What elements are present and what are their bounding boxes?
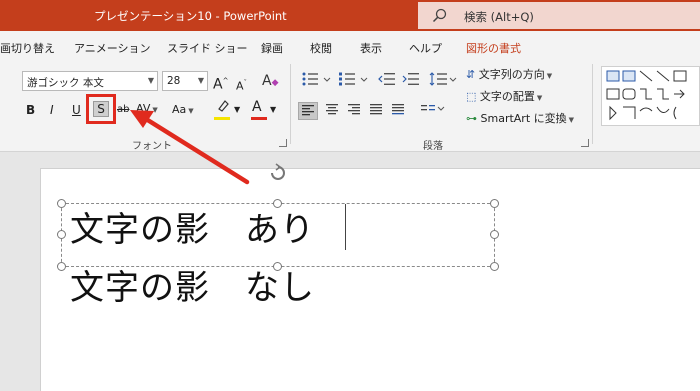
- search-label: 検索 (Alt+Q): [464, 10, 534, 24]
- shrink-font-button[interactable]: Aˇ: [236, 74, 247, 96]
- columns-icon: [421, 105, 445, 111]
- chevron-down-icon: ▼: [546, 72, 553, 80]
- slide-text-shadow-off[interactable]: 文字の影 なし: [70, 260, 315, 309]
- resize-handle[interactable]: [490, 230, 499, 239]
- line-spacing-button[interactable]: [428, 72, 458, 91]
- distribute-button[interactable]: [388, 102, 408, 120]
- align-right-icon: [348, 104, 360, 115]
- shapes-gallery-icons: [606, 70, 687, 121]
- paragraph-group-label: 段落: [423, 141, 443, 152]
- indent-icon: [402, 73, 419, 85]
- shapes-gallery[interactable]: [601, 66, 700, 126]
- tab-shape-format[interactable]: 図形の書式: [466, 40, 521, 56]
- align-center-icon: [326, 104, 338, 115]
- align-right-button[interactable]: [344, 102, 364, 120]
- decrease-indent-button[interactable]: [376, 72, 398, 91]
- outdent-icon: [378, 73, 395, 85]
- smartart-button[interactable]: ⊶ SmartArt に変換 ▼: [466, 110, 574, 129]
- grow-font-button[interactable]: A^: [213, 72, 228, 94]
- underline-button[interactable]: U: [72, 101, 81, 119]
- resize-handle[interactable]: [57, 262, 66, 271]
- group-separator: [290, 64, 291, 144]
- text-shadow-label: S: [97, 102, 105, 116]
- text-direction-button[interactable]: ⇵ 文字列の方向 ▼: [466, 66, 552, 85]
- bullet-list-icon: [302, 72, 331, 86]
- distribute-icon: [392, 104, 404, 115]
- text-direction-icon: ⇵: [466, 68, 476, 81]
- justify-icon: [370, 104, 382, 115]
- italic-button[interactable]: I: [50, 101, 54, 119]
- eraser-icon: ◆: [271, 78, 279, 88]
- increase-indent-button[interactable]: [400, 72, 422, 91]
- line-spacing-icon: [429, 72, 457, 86]
- font-name-select[interactable]: 游ゴシック 本文 ▼: [22, 71, 158, 91]
- resize-handle[interactable]: [490, 262, 499, 271]
- tab-animations[interactable]: アニメーション: [74, 40, 151, 56]
- search-icon: [432, 8, 447, 23]
- resize-handle[interactable]: [57, 230, 66, 239]
- font-size-select[interactable]: 28 ▼: [162, 71, 208, 91]
- align-left-icon: [302, 105, 314, 116]
- chevron-down-icon: ▼: [197, 76, 204, 85]
- align-left-button[interactable]: [298, 102, 318, 120]
- clear-format-label: A: [262, 73, 272, 89]
- tab-record[interactable]: 録画: [261, 40, 283, 56]
- text-shadow-icon: S: [93, 101, 109, 117]
- chevron-down-icon: ▼: [568, 116, 575, 124]
- font-color-dropdown[interactable]: ▼: [270, 101, 276, 119]
- ribbon-tabs: 画切り替え アニメーション スライド ショー 録画 校閲 表示 ヘルプ 図形の書…: [0, 31, 700, 60]
- font-size-value: 28: [167, 75, 181, 87]
- tab-view[interactable]: 表示: [360, 40, 382, 56]
- align-center-button[interactable]: [322, 102, 342, 120]
- rotate-handle-icon[interactable]: [267, 163, 289, 183]
- resize-handle[interactable]: [490, 199, 499, 208]
- numbered-list-icon: [339, 72, 368, 86]
- grow-font-label: A: [213, 76, 223, 93]
- clear-format-button[interactable]: A◆: [262, 72, 279, 92]
- slide-text-shadow-on[interactable]: 文字の影 あり: [70, 202, 315, 251]
- numbering-button[interactable]: [337, 72, 371, 91]
- smartart-icon: ⊶: [466, 112, 477, 125]
- align-text-label: 文字の配置: [479, 90, 535, 103]
- bullets-button[interactable]: [300, 72, 334, 91]
- chevron-down-icon: ▼: [147, 76, 154, 85]
- align-text-button[interactable]: ⬚ 文字の配置 ▼: [466, 88, 542, 107]
- resize-handle[interactable]: [57, 199, 66, 208]
- tab-review[interactable]: 校閲: [310, 40, 332, 56]
- chevron-down-icon: ▼: [536, 94, 543, 102]
- text-direction-label: 文字列の方向: [478, 68, 545, 81]
- search-box[interactable]: 検索 (Alt+Q): [418, 2, 700, 29]
- shrink-font-label: A: [236, 79, 244, 93]
- text-cursor: [345, 204, 346, 250]
- annotation-arrow-icon: [130, 110, 250, 185]
- window-title: プレゼンテーション10 - PowerPoint: [94, 9, 287, 23]
- align-text-icon: ⬚: [466, 90, 477, 103]
- font-dialog-launcher[interactable]: [279, 139, 287, 147]
- justify-button[interactable]: [366, 102, 386, 120]
- tab-help[interactable]: ヘルプ: [409, 40, 442, 56]
- title-bar: プレゼンテーション10 - PowerPoint 検索 (Alt+Q): [0, 0, 700, 31]
- group-separator: [592, 64, 593, 144]
- font-name-value: 游ゴシック 本文: [27, 77, 104, 89]
- smartart-label: SmartArt に変換: [480, 112, 567, 125]
- paragraph-dialog-launcher[interactable]: [581, 139, 589, 147]
- columns-button[interactable]: [418, 102, 448, 120]
- tab-slideshow[interactable]: スライド ショー: [167, 40, 248, 56]
- tab-transitions[interactable]: 画切り替え: [0, 40, 55, 56]
- bold-button[interactable]: B: [26, 101, 35, 119]
